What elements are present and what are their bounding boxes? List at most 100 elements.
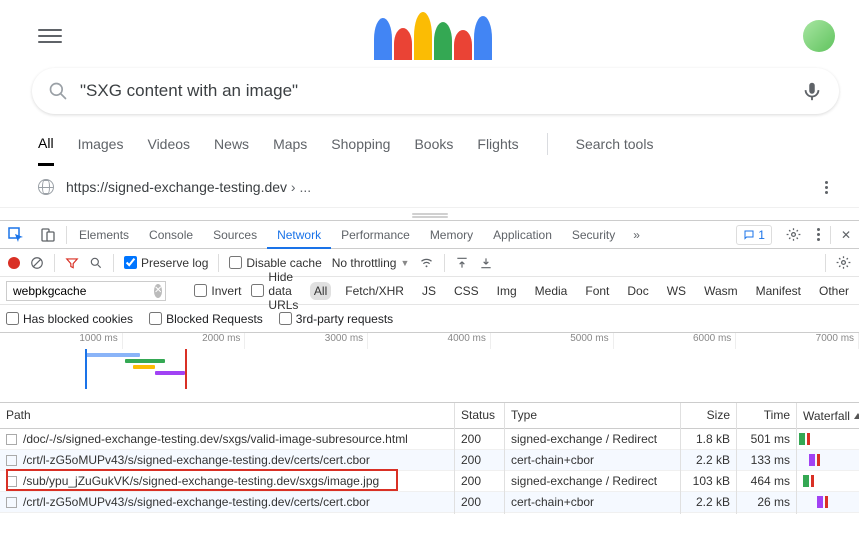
col-type[interactable]: Type bbox=[505, 403, 681, 428]
panel-console[interactable]: Console bbox=[139, 221, 203, 249]
third-party-checkbox[interactable]: 3rd-party requests bbox=[279, 312, 393, 326]
clear-icon[interactable] bbox=[30, 256, 44, 270]
network-rows: /doc/-/s/signed-exchange-testing.dev/sxg… bbox=[0, 429, 859, 513]
preserve-log-checkbox[interactable]: Preserve log bbox=[124, 256, 208, 270]
result-url: https://signed-exchange-testing.dev › ..… bbox=[66, 179, 311, 195]
network-table-header: Path Status Type Size Time Waterfall bbox=[0, 403, 859, 429]
record-button[interactable] bbox=[8, 257, 20, 269]
result-breadcrumb[interactable]: https://signed-exchange-testing.dev › ..… bbox=[28, 170, 843, 204]
tab-flights[interactable]: Flights bbox=[477, 124, 518, 164]
col-path[interactable]: Path bbox=[0, 403, 455, 428]
search-icon bbox=[48, 81, 68, 101]
tab-shopping[interactable]: Shopping bbox=[331, 124, 390, 164]
device-toggle-icon[interactable] bbox=[32, 227, 64, 243]
settings-icon[interactable] bbox=[778, 227, 809, 242]
google-doodle[interactable] bbox=[353, 8, 513, 64]
filter-media[interactable]: Media bbox=[531, 282, 572, 300]
initiator-checkbox[interactable] bbox=[6, 455, 17, 466]
panel-application[interactable]: Application bbox=[483, 221, 562, 249]
logo-area bbox=[62, 8, 803, 64]
blocked-requests-checkbox[interactable]: Blocked Requests bbox=[149, 312, 263, 326]
tab-all[interactable]: All bbox=[38, 123, 54, 166]
type-text: cert-chain+cbor bbox=[505, 490, 681, 514]
waterfall-cell bbox=[797, 492, 859, 512]
search-page: All Images Videos News Maps Shopping Boo… bbox=[0, 0, 859, 208]
avatar[interactable] bbox=[803, 20, 835, 52]
filter-other[interactable]: Other bbox=[815, 282, 853, 300]
panel-security[interactable]: Security bbox=[562, 221, 625, 249]
mic-icon[interactable] bbox=[801, 80, 823, 102]
timeline-overview[interactable]: 1000 ms 2000 ms 3000 ms 4000 ms 5000 ms … bbox=[0, 333, 859, 403]
export-har-icon[interactable] bbox=[479, 256, 493, 270]
search-input[interactable] bbox=[80, 81, 801, 101]
search-tabs: All Images Videos News Maps Shopping Boo… bbox=[28, 122, 843, 166]
filter-img[interactable]: Img bbox=[493, 282, 521, 300]
col-size[interactable]: Size bbox=[681, 403, 737, 428]
filter-icon[interactable] bbox=[65, 256, 79, 270]
top-row bbox=[28, 8, 843, 64]
waterfall-cell bbox=[797, 471, 859, 491]
blocked-cookies-checkbox[interactable]: Has blocked cookies bbox=[6, 312, 133, 326]
filter-css[interactable]: CSS bbox=[450, 282, 483, 300]
waterfall-cell bbox=[797, 429, 859, 449]
filter-ws[interactable]: WS bbox=[663, 282, 690, 300]
path-text: /crt/l-zG5oMUPv43/s/signed-exchange-test… bbox=[23, 453, 370, 467]
col-waterfall[interactable]: Waterfall bbox=[797, 403, 859, 428]
initiator-checkbox[interactable] bbox=[6, 476, 17, 487]
panel-performance[interactable]: Performance bbox=[331, 221, 420, 249]
close-devtools-icon[interactable]: ✕ bbox=[833, 228, 859, 242]
tab-images[interactable]: Images bbox=[78, 124, 124, 164]
search-box[interactable] bbox=[32, 68, 839, 114]
waterfall-cell bbox=[797, 450, 859, 470]
col-time[interactable]: Time bbox=[737, 403, 797, 428]
network-filter-bar-2: Has blocked cookies Blocked Requests 3rd… bbox=[0, 305, 859, 333]
panel-sources[interactable]: Sources bbox=[203, 221, 267, 249]
filter-input[interactable] bbox=[6, 281, 166, 301]
network-conditions-icon[interactable] bbox=[419, 255, 434, 270]
table-row[interactable]: /sub/ypu_jZuGukVK/s/signed-exchange-test… bbox=[0, 471, 859, 492]
clear-filter-icon[interactable]: ✕ bbox=[154, 284, 162, 298]
filter-js[interactable]: JS bbox=[418, 282, 440, 300]
filter-wasm[interactable]: Wasm bbox=[700, 282, 742, 300]
filter-manifest[interactable]: Manifest bbox=[752, 282, 805, 300]
more-panels-icon[interactable]: » bbox=[625, 228, 648, 242]
panel-memory[interactable]: Memory bbox=[420, 221, 483, 249]
search-tools[interactable]: Search tools bbox=[576, 124, 654, 164]
network-settings-icon[interactable] bbox=[836, 255, 851, 270]
size-text: 2.2 kB bbox=[681, 490, 737, 514]
panel-elements[interactable]: Elements bbox=[69, 221, 139, 249]
col-status[interactable]: Status bbox=[455, 403, 505, 428]
path-text: /sub/ypu_jZuGukVK/s/signed-exchange-test… bbox=[23, 474, 379, 488]
table-row[interactable]: /doc/-/s/signed-exchange-testing.dev/sxg… bbox=[0, 429, 859, 450]
filter-all[interactable]: All bbox=[310, 282, 331, 300]
tab-news[interactable]: News bbox=[214, 124, 249, 164]
table-row[interactable]: /crt/l-zG5oMUPv43/s/signed-exchange-test… bbox=[0, 450, 859, 471]
disable-cache-checkbox[interactable]: Disable cache bbox=[229, 256, 321, 270]
filter-font[interactable]: Font bbox=[581, 282, 613, 300]
panel-network[interactable]: Network bbox=[267, 221, 331, 249]
network-filter-bar: ✕ Invert Hide data URLs All Fetch/XHR JS… bbox=[0, 277, 859, 305]
initiator-checkbox[interactable] bbox=[6, 434, 17, 445]
invert-checkbox[interactable]: Invert bbox=[194, 284, 241, 298]
tab-maps[interactable]: Maps bbox=[273, 124, 307, 164]
sort-icon bbox=[854, 413, 859, 419]
whats-new-badge[interactable]: 1 bbox=[736, 225, 772, 245]
menu-icon[interactable] bbox=[38, 24, 62, 48]
initiator-checkbox[interactable] bbox=[6, 497, 17, 508]
kebab-icon[interactable] bbox=[809, 228, 828, 241]
tab-books[interactable]: Books bbox=[414, 124, 453, 164]
time-text: 26 ms bbox=[737, 490, 797, 514]
inspect-icon[interactable] bbox=[0, 227, 32, 243]
more-icon[interactable] bbox=[817, 181, 835, 194]
network-toolbar: Preserve log Disable cache No throttling… bbox=[0, 249, 859, 277]
import-har-icon[interactable] bbox=[455, 256, 469, 270]
filter-doc[interactable]: Doc bbox=[623, 282, 652, 300]
tab-videos[interactable]: Videos bbox=[147, 124, 190, 164]
devtools-drag-handle[interactable] bbox=[0, 208, 859, 220]
filter-fetch[interactable]: Fetch/XHR bbox=[341, 282, 408, 300]
throttling-select[interactable]: No throttling ▼ bbox=[332, 256, 410, 270]
table-row[interactable]: /crt/l-zG5oMUPv43/s/signed-exchange-test… bbox=[0, 492, 859, 513]
timeline-band bbox=[85, 349, 205, 389]
devtools-tabs: Elements Console Sources Network Perform… bbox=[0, 221, 859, 249]
search-network-icon[interactable] bbox=[89, 256, 103, 270]
